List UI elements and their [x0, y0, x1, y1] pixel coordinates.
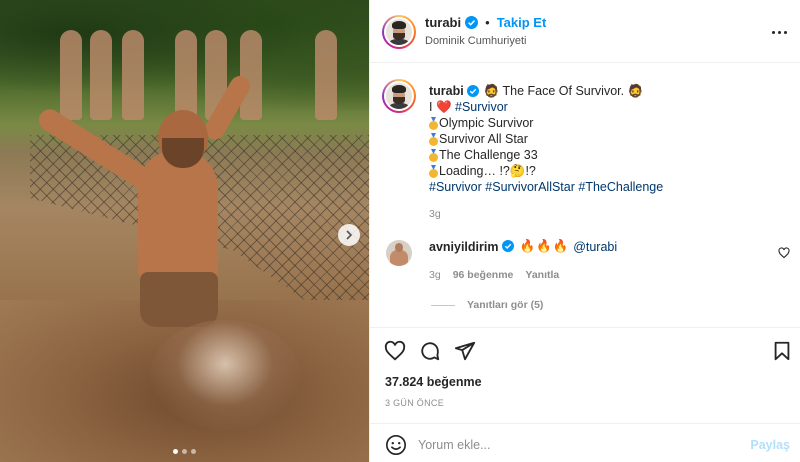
caption-text: I	[429, 100, 436, 114]
carousel-dot	[173, 449, 178, 454]
caption-hashtags: #Survivor #SurvivorAllStar #TheChallenge	[429, 179, 663, 195]
medal-icon	[429, 117, 438, 130]
caption-text: The Challenge 33	[439, 148, 538, 162]
author-avatar[interactable]	[382, 15, 416, 49]
caption-title: The Face Of Survivor.	[499, 84, 628, 98]
emoji-picker-button[interactable]	[385, 434, 407, 456]
fire-emoji: 🔥🔥🔥	[519, 239, 570, 253]
view-replies-button[interactable]: Yanıtları gör (5)	[431, 299, 543, 311]
background-person	[122, 30, 144, 120]
bearded-face-emoji: 🧔	[627, 84, 644, 98]
comment-timestamp[interactable]: 3g	[429, 269, 441, 281]
caption-author-avatar[interactable]	[382, 79, 416, 113]
medal-icon	[429, 165, 438, 178]
caption-medal-line: Survivor All Star	[429, 131, 528, 147]
background-person	[90, 30, 112, 120]
runner-shorts	[140, 272, 218, 327]
heart-emoji: ❤️	[435, 100, 452, 114]
save-button[interactable]	[771, 340, 793, 362]
reply-button[interactable]: Yanıtla	[525, 269, 559, 281]
background-person	[240, 30, 262, 120]
bearded-face-emoji: 🧔	[483, 84, 500, 98]
background-person	[315, 30, 337, 120]
smiley-icon	[386, 435, 406, 455]
caption-medal-line: Olympic Survivor	[429, 115, 533, 131]
mud-splash	[150, 320, 300, 430]
carousel-dot	[191, 449, 196, 454]
like-button[interactable]	[384, 340, 406, 362]
caption-text: Olympic Survivor	[439, 116, 534, 130]
carousel-next-button[interactable]	[338, 224, 360, 246]
heart-outline-icon	[778, 247, 790, 259]
bookmark-icon	[774, 341, 790, 361]
hashtag-link[interactable]: #Survivor	[429, 180, 482, 194]
hashtag-link[interactable]: #Survivor	[455, 100, 508, 114]
comment-icon	[421, 342, 440, 361]
more-horizontal-icon	[771, 30, 775, 34]
likes-count[interactable]: 37.824 beğenme	[385, 375, 482, 389]
carousel-dot	[182, 449, 187, 454]
post-date[interactable]: 3 GÜN ÖNCE	[385, 398, 444, 408]
runner-body	[138, 150, 218, 290]
comment-meta: 3g 96 beğenme Yanıtla	[429, 269, 559, 281]
replies-divider	[431, 304, 455, 306]
caption-title-line: turabi 🧔 The Face Of Survivor. 🧔	[429, 83, 643, 99]
mention-link[interactable]: @turabi	[573, 240, 617, 254]
comment-likes[interactable]: 96 beğenme	[453, 269, 514, 281]
chevron-right-icon	[346, 230, 353, 240]
heart-icon	[384, 340, 406, 361]
caption-text: Survivor All Star	[439, 132, 528, 146]
caption-medal-line: Loading… !?🤔!?	[429, 163, 536, 179]
background-person	[60, 30, 82, 120]
more-options-button[interactable]	[769, 22, 789, 42]
caption-medal-line: The Challenge 33	[429, 147, 538, 163]
post-header: turabi • Takip Et Dominik Cumhuriyeti	[370, 0, 800, 63]
hashtag-link[interactable]: #SurvivorAllStar	[485, 180, 575, 194]
header-separator: •	[485, 15, 490, 30]
divider	[370, 327, 800, 328]
caption-timestamp[interactable]: 3g	[429, 206, 441, 222]
comment-like-button[interactable]	[778, 247, 790, 259]
post-comment-button[interactable]: Paylaş	[750, 438, 790, 452]
caption-text: Loading… !?🤔!?	[439, 164, 536, 178]
background-person	[175, 30, 197, 120]
follow-button[interactable]: Takip Et	[497, 15, 547, 30]
commenter-username[interactable]: avniyildirim	[429, 240, 498, 254]
caption-username[interactable]: turabi	[429, 84, 464, 98]
post-photo[interactable]	[0, 0, 369, 462]
hashtag-link[interactable]: #TheChallenge	[578, 180, 663, 194]
commenter-avatar[interactable]	[386, 240, 412, 266]
view-replies-label: Yanıtları gör (5)	[467, 299, 544, 311]
verified-badge-icon	[465, 16, 479, 29]
comment-input[interactable]	[418, 433, 738, 457]
caption-love-line: I ❤️ #Survivor	[429, 99, 508, 115]
share-button[interactable]	[454, 340, 476, 362]
comment: avniyildirim 🔥🔥🔥 @turabi	[429, 239, 617, 254]
carousel-indicator	[0, 449, 369, 454]
verified-badge-icon	[467, 85, 480, 98]
comment-button[interactable]	[419, 340, 441, 362]
medal-icon	[429, 133, 438, 146]
divider	[370, 423, 800, 424]
medal-icon	[429, 149, 438, 162]
post-details-panel: turabi • Takip Et Dominik Cumhuriyeti tu…	[369, 0, 800, 462]
verified-badge-icon	[502, 240, 515, 253]
author-username[interactable]: turabi	[425, 15, 461, 30]
post-location[interactable]: Dominik Cumhuriyeti	[425, 35, 526, 47]
send-icon	[454, 341, 476, 361]
